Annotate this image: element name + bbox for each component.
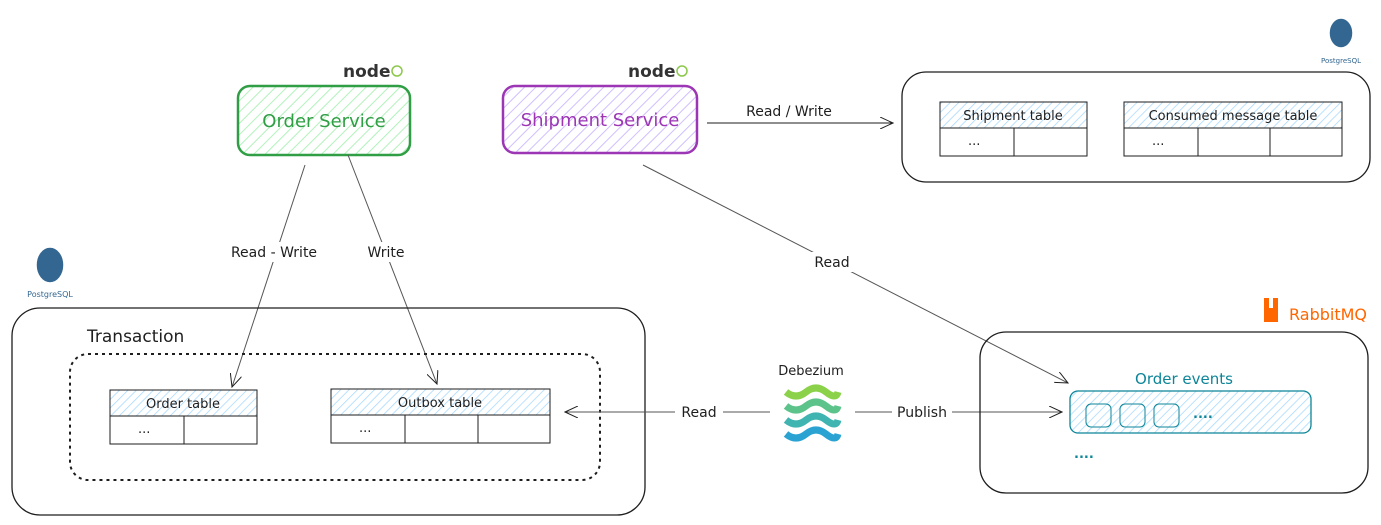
- node-logo-text: node: [343, 62, 390, 82]
- table-name: Outbox table: [398, 396, 482, 411]
- nodejs-logo: node: [628, 62, 688, 82]
- shipment-service-box[interactable]: Shipment Service: [501, 84, 699, 155]
- arrow-shipment-read-queue: [642, 164, 1068, 383]
- arrow-label: Read / Write: [746, 104, 832, 120]
- rabbitmq-logo-text: RabbitMQ: [1289, 305, 1367, 324]
- shipment-service-label: Shipment Service: [521, 110, 680, 131]
- arrow-label: Read: [814, 255, 849, 271]
- transaction-label: Transaction: [86, 327, 184, 347]
- more-queues: ....: [1074, 447, 1094, 462]
- transaction-boundary: [69, 353, 601, 481]
- table-cell: ...: [968, 134, 980, 149]
- table-cell: ...: [359, 421, 371, 436]
- order-service-label: Order Service: [262, 111, 385, 132]
- outbox-table[interactable]: Outbox table ...: [330, 388, 551, 444]
- queue-label: Order events: [1135, 370, 1233, 388]
- node-js-badge-icon: [676, 65, 688, 77]
- queue-more: ....: [1193, 407, 1213, 422]
- debezium-logo-icon: [783, 384, 842, 442]
- table-name: Shipment table: [963, 109, 1062, 124]
- rabbitmq-logo: RabbitMQ: [1264, 298, 1367, 324]
- arrow-label: Publish: [897, 405, 947, 421]
- architecture-diagram: node node Order Service Shipment Service…: [11, 17, 1371, 516]
- table-name: Consumed message table: [1149, 109, 1318, 124]
- elephant-icon: [35, 246, 65, 284]
- node-js-badge-icon: [391, 65, 403, 77]
- table-name: Order table: [146, 397, 220, 412]
- postgres-logo-text: PostgreSQL: [27, 290, 73, 299]
- postgresql-logo: PostgreSQL: [27, 246, 73, 299]
- table-cell: ...: [138, 422, 150, 437]
- order-service-box[interactable]: Order Service: [236, 84, 412, 157]
- elephant-icon: [1328, 17, 1354, 49]
- nodejs-logo: node: [343, 62, 403, 82]
- debezium-label: Debezium: [778, 364, 844, 379]
- rabbitmq-icon: [1264, 298, 1278, 322]
- arrow-label: Read - Write: [231, 245, 317, 261]
- postgres-logo-text: PostgreSQL: [1321, 57, 1361, 65]
- arrow-order-write-outbox: [347, 154, 437, 384]
- table-cell: ...: [1152, 134, 1164, 149]
- order-table[interactable]: Order table ...: [109, 389, 258, 445]
- shipment-table[interactable]: Shipment table ...: [939, 101, 1088, 157]
- order-events-queue[interactable]: ....: [1069, 390, 1312, 434]
- arrow-label: Write: [368, 245, 405, 261]
- arrow-label: Read: [681, 405, 716, 421]
- postgresql-logo: PostgreSQL: [1321, 17, 1361, 65]
- consumed-message-table[interactable]: Consumed message table ...: [1123, 101, 1343, 157]
- node-logo-text: node: [628, 62, 675, 82]
